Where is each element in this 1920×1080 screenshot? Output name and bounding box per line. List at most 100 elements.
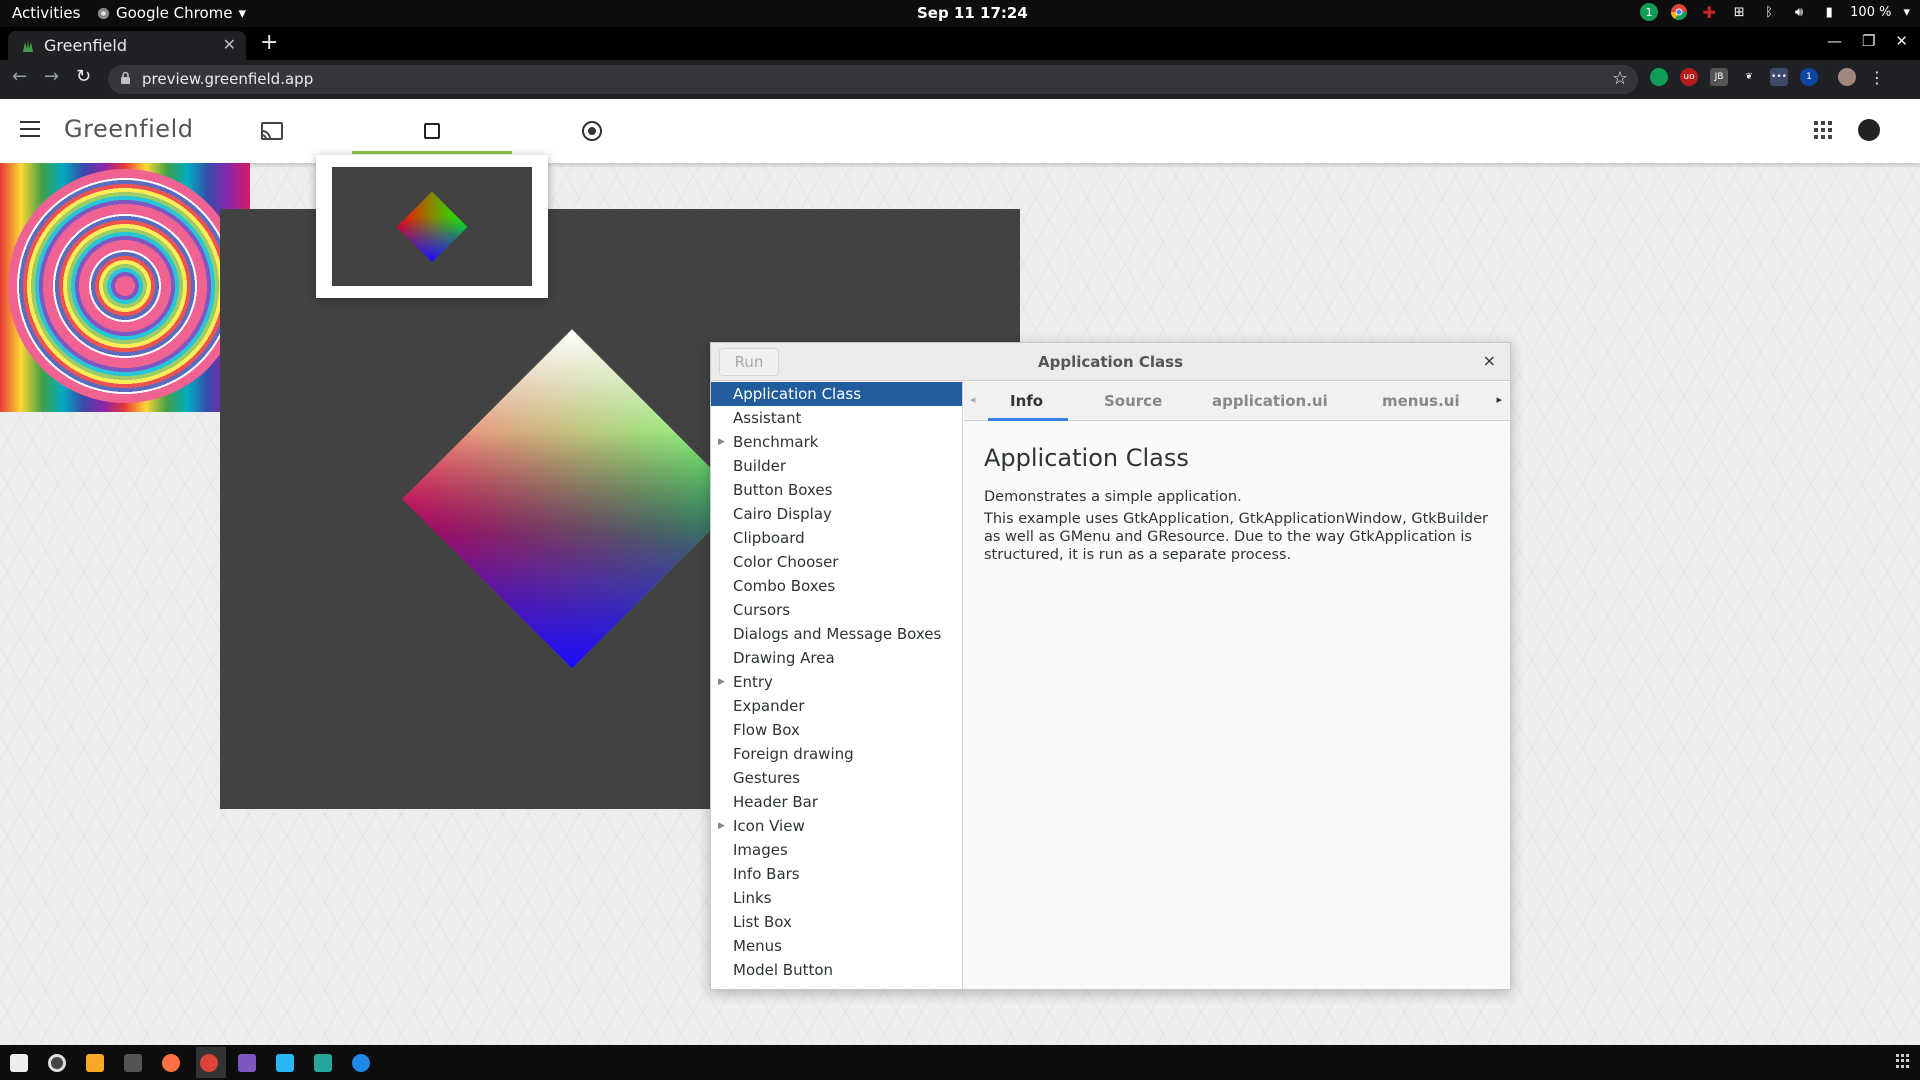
leaf-extension-icon[interactable]: ❦	[1740, 68, 1758, 86]
extension-green-icon[interactable]	[1650, 68, 1668, 86]
list-item[interactable]: Cairo Display	[711, 502, 962, 526]
hamburger-menu-icon[interactable]	[20, 121, 40, 142]
firefox-icon[interactable]	[162, 1054, 180, 1072]
tab-source[interactable]: Source	[1104, 392, 1162, 410]
list-item[interactable]: Images	[711, 838, 962, 862]
minimize-icon[interactable]: —	[1827, 32, 1842, 50]
password-extension-icon[interactable]: •••	[1770, 68, 1788, 86]
tab-info[interactable]: Info	[1010, 392, 1043, 410]
concentric-rings-surface[interactable]	[0, 163, 250, 412]
reload-icon[interactable]: ↻	[76, 66, 91, 87]
close-icon[interactable]: ×	[1483, 351, 1496, 370]
window-title: Application Class	[1037, 353, 1184, 371]
list-item[interactable]: ▶ Entry	[711, 670, 962, 694]
active-tab-underline	[988, 418, 1068, 421]
system-menu-chevron-icon[interactable]: ▾	[1903, 5, 1910, 20]
tab-close-icon[interactable]: ✕	[223, 35, 236, 54]
gtk-header-bar: Run Application Class ×	[711, 343, 1510, 381]
steam-icon[interactable]	[352, 1054, 370, 1072]
battery-icon[interactable]: ▮	[1820, 3, 1838, 21]
onepassword-icon[interactable]: 1	[1800, 68, 1818, 86]
url-text[interactable]: preview.greenfield.app	[142, 70, 313, 88]
list-item[interactable]: Assistant	[711, 406, 962, 430]
expander-arrow-icon[interactable]: ▶	[718, 430, 725, 454]
lock-icon[interactable]	[120, 71, 131, 85]
profile-avatar[interactable]	[1838, 68, 1856, 86]
restore-icon[interactable]: ❐	[1862, 32, 1875, 50]
gtk-demo-window[interactable]: Run Application Class × Application Clas…	[710, 342, 1511, 990]
list-item[interactable]: Menus	[711, 934, 962, 958]
system-tray[interactable]: 1 ✚ ⊞ ᛒ 🔊︎ ▮ 100 % ▾	[1640, 3, 1910, 22]
list-item-label: Assistant	[733, 409, 802, 427]
window-square-icon[interactable]	[414, 113, 450, 149]
list-item[interactable]: Cursors	[711, 598, 962, 622]
show-applications-icon[interactable]	[1896, 1054, 1910, 1068]
window-close-icon[interactable]: ✕	[1895, 32, 1908, 50]
ublock-icon[interactable]: uo	[1680, 68, 1698, 86]
jetbrains-extension-icon[interactable]: JB	[1710, 68, 1728, 86]
list-item-label: Button Boxes	[733, 481, 833, 499]
tab-scroll-left-icon[interactable]: ◂	[970, 393, 976, 406]
forward-arrow-icon[interactable]: →	[44, 66, 59, 87]
list-item[interactable]: Model Button	[711, 958, 962, 982]
tab-scroll-right-icon[interactable]: ▸	[1496, 393, 1502, 406]
list-item[interactable]: Button Boxes	[711, 478, 962, 502]
pycharm-icon[interactable]	[314, 1054, 332, 1072]
list-item-label: Icon View	[733, 817, 805, 835]
intellij-icon[interactable]	[238, 1054, 256, 1072]
screenshot-tool-icon[interactable]	[86, 1054, 104, 1072]
tab-application-ui[interactable]: application.ui	[1212, 392, 1328, 410]
list-item-label: Combo Boxes	[733, 577, 836, 595]
cast-icon[interactable]	[254, 113, 290, 149]
volume-icon[interactable]: 🔊︎	[1790, 3, 1808, 21]
network-icon[interactable]: ⊞	[1730, 3, 1748, 21]
list-item[interactable]: Info Bars	[711, 862, 962, 886]
tab-title: Greenfield	[44, 36, 127, 55]
address-bar[interactable]: preview.greenfield.app ☆	[108, 65, 1638, 94]
bluetooth-icon[interactable]: ᛒ	[1760, 3, 1778, 21]
browser-tab[interactable]: Greenfield ✕	[8, 31, 246, 60]
window-thumbnail-popup[interactable]	[316, 155, 548, 298]
list-item[interactable]: Expander	[711, 694, 962, 718]
apps-grid-icon[interactable]	[1814, 121, 1832, 139]
account-icon[interactable]	[1858, 119, 1880, 141]
battery-percentage[interactable]: 100 %	[1850, 5, 1891, 20]
app-menu[interactable]: Google Chrome ▾	[97, 4, 246, 22]
list-item[interactable]: Header Bar	[711, 790, 962, 814]
thumbnail-diamond	[396, 191, 468, 263]
list-item[interactable]: Clipboard	[711, 526, 962, 550]
clock[interactable]: Sep 11 17:24	[917, 4, 1028, 22]
list-item[interactable]: Builder	[711, 454, 962, 478]
list-item[interactable]: Links	[711, 886, 962, 910]
list-item-label: Links	[733, 889, 772, 907]
list-item[interactable]: Gestures	[711, 766, 962, 790]
tab-menus-ui[interactable]: menus.ui	[1382, 392, 1460, 410]
list-item[interactable]: Drawing Area	[711, 646, 962, 670]
todo-tray-icon[interactable]: ✚	[1700, 3, 1718, 22]
terminal-icon[interactable]	[124, 1054, 142, 1072]
expander-arrow-icon[interactable]: ▶	[718, 814, 725, 838]
notification-badge-icon[interactable]: 1	[1640, 3, 1659, 21]
list-item[interactable]: ▶ Icon View	[711, 814, 962, 838]
info-description: Demonstrates a simple application.	[984, 489, 1242, 505]
record-icon[interactable]	[574, 113, 610, 149]
expander-arrow-icon[interactable]: ▶	[718, 670, 725, 694]
chrome-dock-icon[interactable]	[200, 1054, 218, 1072]
files-icon[interactable]	[10, 1054, 28, 1072]
list-item[interactable]: Foreign drawing	[711, 742, 962, 766]
chrome-tray-icon[interactable]	[1670, 3, 1688, 21]
list-item[interactable]: List Box	[711, 910, 962, 934]
activities-button[interactable]: Activities	[12, 4, 80, 22]
browser-menu-icon[interactable]: ⋮	[1868, 68, 1886, 87]
list-item[interactable]: Color Chooser	[711, 550, 962, 574]
back-arrow-icon[interactable]: ←	[12, 66, 27, 87]
list-item[interactable]: Application Class	[711, 382, 962, 406]
bookmark-star-icon[interactable]: ☆	[1612, 68, 1628, 89]
new-tab-button[interactable]: +	[260, 30, 278, 55]
list-item[interactable]: Flow Box	[711, 718, 962, 742]
list-item[interactable]: ▶ Benchmark	[711, 430, 962, 454]
webstorm-icon[interactable]	[276, 1054, 294, 1072]
settings-icon[interactable]	[48, 1054, 66, 1072]
list-item[interactable]: Dialogs and Message Boxes	[711, 622, 962, 646]
list-item[interactable]: Combo Boxes	[711, 574, 962, 598]
